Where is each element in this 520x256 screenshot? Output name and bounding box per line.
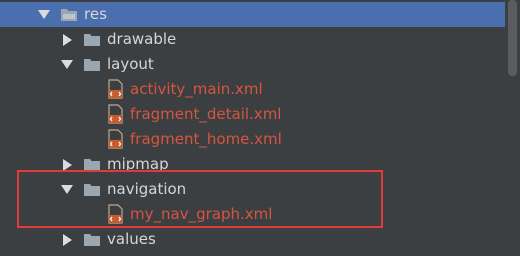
tree-item-layout[interactable]: layout [0,52,505,77]
tree-item-label: values [107,230,156,248]
xml-file-icon [108,129,123,149]
folder-icon [61,8,77,21]
tree-item-fragment-detail-xml[interactable]: fragment_detail.xml [0,102,505,127]
tree-item-drawable[interactable]: drawable [0,27,505,52]
folder-icon [84,58,100,71]
tree-item-label: activity_main.xml [130,80,263,98]
tree-item-label: layout [107,55,154,73]
tree-item-fragment-home-xml[interactable]: fragment_home.xml [0,127,505,152]
tree-item-label: drawable [107,30,177,48]
xml-file-icon [108,104,123,124]
tree-item-activity-main-xml[interactable]: activity_main.xml [0,77,505,102]
annotation-highlight-box [17,170,383,228]
expand-arrow-icon[interactable] [38,10,50,19]
tree-item-res[interactable]: res [0,2,505,27]
tree-item-label: fragment_detail.xml [130,105,282,123]
folder-icon [84,33,100,46]
folder-icon [84,233,100,246]
tree-item-label: res [84,5,107,23]
tree-item-label: fragment_home.xml [130,130,282,148]
project-tree: res drawable layout activity_main.xml fr… [0,0,520,256]
collapse-arrow-icon[interactable] [63,34,72,46]
vertical-scrollbar[interactable] [508,0,517,76]
tree-item-values[interactable]: values [0,227,505,252]
expand-arrow-icon[interactable] [61,60,73,69]
xml-file-icon [108,79,123,99]
collapse-arrow-icon[interactable] [63,234,72,246]
